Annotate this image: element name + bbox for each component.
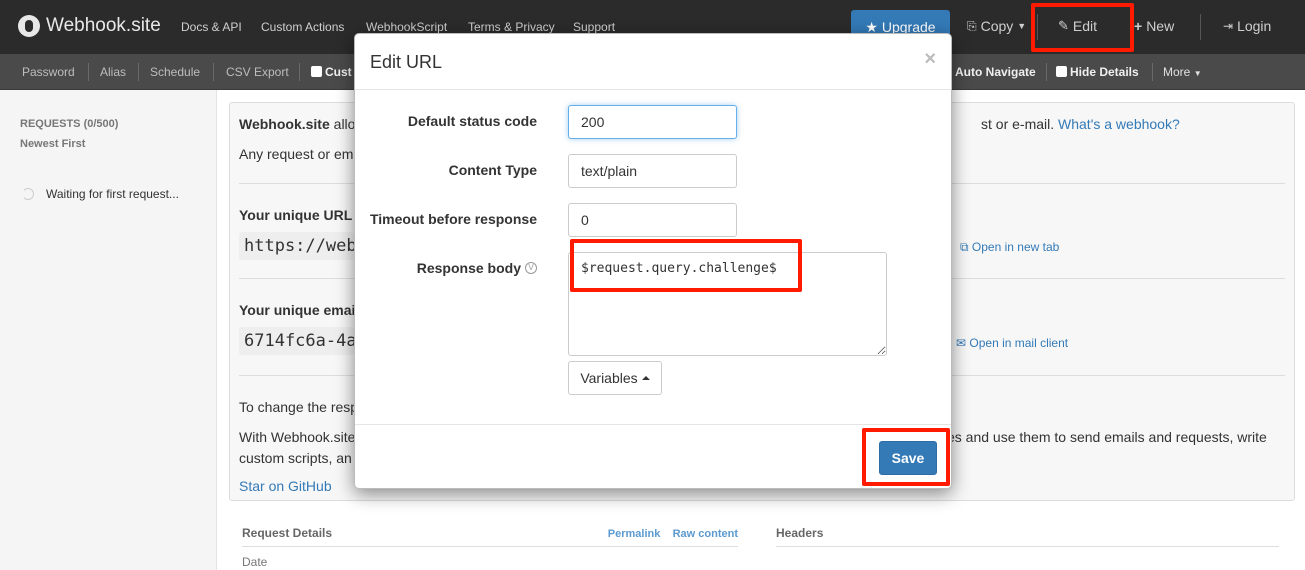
response-body-label-row: Response body V <box>417 260 537 276</box>
variables-dropdown-button[interactable]: Variables <box>568 361 662 395</box>
modal-title: Edit URL <box>370 52 443 72</box>
response-body-label: Response body <box>416 260 521 276</box>
modal-footer-divider <box>355 424 951 425</box>
response-body-textarea[interactable]: $request.query.challenge$ <box>568 252 887 356</box>
caret-up-icon <box>641 376 650 380</box>
timeout-input[interactable] <box>568 203 737 237</box>
content-type-input[interactable] <box>568 154 737 188</box>
variables-label: Variables <box>580 370 638 386</box>
save-button[interactable]: Save <box>879 441 937 475</box>
content-type-label: Content Type <box>448 162 537 178</box>
status-code-input[interactable] <box>568 105 737 139</box>
status-code-label: Default status code <box>407 113 537 129</box>
timeout-label: Timeout before response <box>369 211 537 227</box>
edit-url-modal: Edit URL × Default status code Content T… <box>354 33 952 489</box>
close-icon[interactable]: × <box>924 48 936 71</box>
modal-header: Edit URL × <box>355 34 951 90</box>
variables-info-icon[interactable]: V <box>525 262 537 274</box>
